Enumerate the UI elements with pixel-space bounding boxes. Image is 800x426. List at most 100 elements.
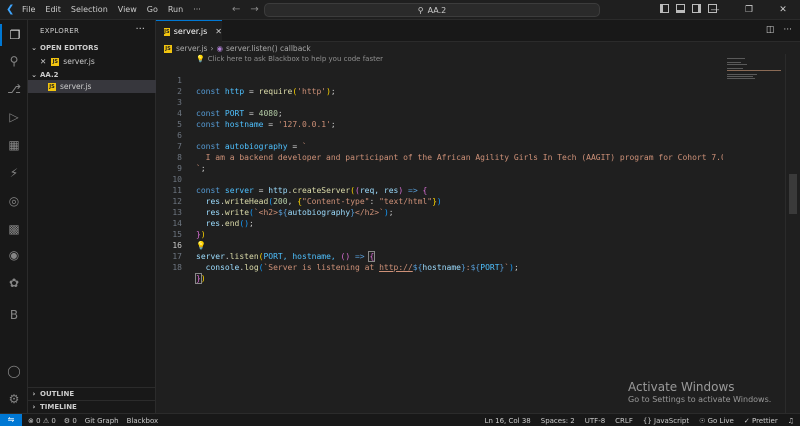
code-line-active: 16 server.listen(PORT, hostname, () => { (156, 229, 376, 262)
chevron-right-icon: › (32, 390, 36, 398)
forward-arrow-icon[interactable]: → (250, 4, 258, 15)
problems-indicator[interactable]: ⊗ 0 ⚠ 0 (28, 417, 56, 425)
chevron-down-icon: ⌄ (31, 44, 37, 52)
toggle-primary-sidebar-icon[interactable] (660, 4, 669, 13)
nav-arrows: ← → (232, 4, 259, 15)
menu-run[interactable]: Run (168, 5, 183, 14)
code-line: 1 const http = require('http'); (156, 64, 336, 96)
code-line: 14 }) (156, 207, 205, 239)
close-window-icon[interactable]: ✕ (766, 0, 800, 20)
lightning-icon[interactable]: ⚡ (0, 162, 28, 184)
prettier-status[interactable]: ✓ Prettier (744, 417, 778, 425)
code-line: 13 res.end(); (156, 196, 253, 228)
editor-scrollbar[interactable] (785, 54, 800, 413)
remote-indicator-icon[interactable]: ⇋ (0, 414, 22, 426)
menu-edit[interactable]: Edit (45, 5, 61, 14)
line-ending[interactable]: CRLF (615, 417, 633, 425)
file-tree-filename: server.js (60, 82, 92, 91)
timeline-section[interactable]: › TIMELINE (28, 400, 156, 413)
watermark-subtitle: Go to Settings to activate Windows. (628, 395, 772, 404)
blackbox-hint[interactable]: 💡 Click here to ask Blackbox to help you… (196, 54, 383, 64)
activate-windows-watermark: Activate Windows Go to Settings to activ… (628, 380, 771, 405)
blackbox-icon[interactable]: B (0, 304, 28, 326)
encoding[interactable]: UTF-8 (585, 417, 605, 425)
editor-tab-bar: JS server.js ✕ ◫ ··· (156, 20, 800, 42)
line-text: }) (196, 230, 206, 239)
open-editors-label: OPEN EDITORS (40, 44, 99, 52)
javascript-file-icon: JS (164, 44, 172, 53)
search-view-icon[interactable]: ⚲ (0, 50, 28, 72)
more-actions-icon[interactable]: ··· (783, 25, 792, 35)
command-center[interactable]: ⚲ AA.2 (264, 3, 600, 17)
settings-gear-icon[interactable]: ⚙ (0, 388, 28, 410)
open-editor-item[interactable]: ✕ JS server.js (28, 55, 156, 68)
go-live-button[interactable]: ☉ Go Live (699, 417, 734, 425)
close-icon[interactable]: ✕ (215, 27, 222, 36)
tab-server-js[interactable]: JS server.js ✕ (156, 20, 222, 42)
back-arrow-icon[interactable]: ← (232, 4, 240, 15)
scroll-thumb[interactable] (789, 174, 797, 214)
error-icon: ⊗ (28, 416, 34, 425)
menu-go[interactable]: Go (147, 5, 158, 14)
extensions-icon[interactable]: ▦ (0, 134, 28, 156)
timeline-label: TIMELINE (40, 403, 77, 411)
menu-more[interactable]: ··· (193, 5, 201, 14)
minimap[interactable] (723, 54, 785, 413)
source-control-icon[interactable]: ⎇ (0, 78, 28, 100)
outline-section[interactable]: › OUTLINE (28, 387, 156, 400)
menu-bar: File Edit Selection View Go Run ··· (22, 5, 201, 14)
notifications-bell-icon[interactable]: ♫ (788, 417, 794, 425)
breadcrumb: JS server.js › ◉ server.listen() callbac… (164, 43, 311, 54)
menu-file[interactable]: File (22, 5, 35, 14)
code-line: 2 (156, 75, 182, 96)
language-mode[interactable]: {} JavaScript (643, 417, 689, 425)
live-share-icon[interactable]: ✿ (0, 272, 28, 294)
javascript-file-icon: JS (51, 57, 60, 66)
split-editor-icon[interactable]: ◫ (766, 25, 775, 35)
indentation[interactable]: Spaces: 2 (541, 417, 575, 425)
warning-icon: ⚠ (42, 416, 50, 425)
explorer-more-button[interactable]: ··· (135, 24, 145, 35)
code-line: 11 res.writeHead(200, {"Content-type": "… (156, 174, 441, 206)
explorer-files-icon[interactable]: ❐ (0, 24, 28, 46)
blackbox-hint-text: Click here to ask Blackbox to help you c… (207, 55, 384, 63)
github-icon[interactable]: ◉ (0, 244, 28, 266)
lightbulb-icon[interactable]: 💡 (196, 240, 206, 251)
title-bar: ❮ File Edit Selection View Go Run ··· ← … (0, 0, 800, 20)
account-icon[interactable]: ◯ (0, 360, 28, 382)
ports-indicator[interactable]: ⚙ 0 (64, 417, 77, 425)
code-line: 6 const autobiography = ` (156, 119, 307, 151)
status-left: ⊗ 0 ⚠ 0 ⚙ 0 Git Graph Blackbox (28, 415, 158, 426)
file-tree-item[interactable]: JS server.js (28, 80, 156, 93)
toggle-panel-icon[interactable] (676, 4, 685, 13)
line-text: res.writeHead(200, {"Content-type": "tex… (205, 197, 442, 206)
lightbulb-icon: 💡 (196, 55, 205, 63)
explorer-sidebar: EXPLORER ··· ⌄ OPEN EDITORS ✕ JS server.… (28, 20, 156, 413)
menu-view[interactable]: View (118, 5, 137, 14)
open-editors-section[interactable]: ⌄ OPEN EDITORS (28, 42, 156, 54)
status-right: Ln 16, Col 38 Spaces: 2 UTF-8 CRLF {} Ja… (485, 415, 794, 426)
menu-selection[interactable]: Selection (71, 5, 108, 14)
restore-icon[interactable]: ❐ (732, 0, 766, 20)
remote-explorer-icon[interactable]: ▩ (0, 218, 28, 240)
line-text: const PORT = 4080; (196, 109, 283, 118)
line-text: const server = http.createServer((req, r… (196, 186, 428, 195)
minimize-icon[interactable]: — (698, 0, 732, 20)
breadcrumb-symbol[interactable]: server.listen() callback (226, 44, 311, 53)
chevron-down-icon: ⌄ (31, 71, 37, 79)
git-graph-status[interactable]: Git Graph (85, 417, 119, 425)
code-line: 4 const hostname = '127.0.0.1'; (156, 97, 336, 129)
cursor-position[interactable]: Ln 16, Col 38 (485, 417, 531, 425)
git-graph-icon[interactable]: ◎ (0, 190, 28, 212)
code-line: 8 `; (156, 141, 205, 173)
status-bar: ⇋ ⊗ 0 ⚠ 0 ⚙ 0 Git Graph Blackbox Ln 16, … (0, 413, 800, 426)
close-icon[interactable]: ✕ (40, 57, 46, 66)
breadcrumb-file[interactable]: server.js (176, 44, 207, 53)
line-text: const autobiography = ` (196, 142, 307, 151)
code-line: 3 const PORT = 4080; (156, 86, 283, 118)
blackbox-status[interactable]: Blackbox (127, 417, 159, 425)
braces-icon: {} (642, 416, 652, 425)
code-line: 5 (156, 108, 182, 129)
editor-actions: ◫ ··· (766, 25, 792, 35)
run-debug-icon[interactable]: ▷ (0, 106, 28, 128)
